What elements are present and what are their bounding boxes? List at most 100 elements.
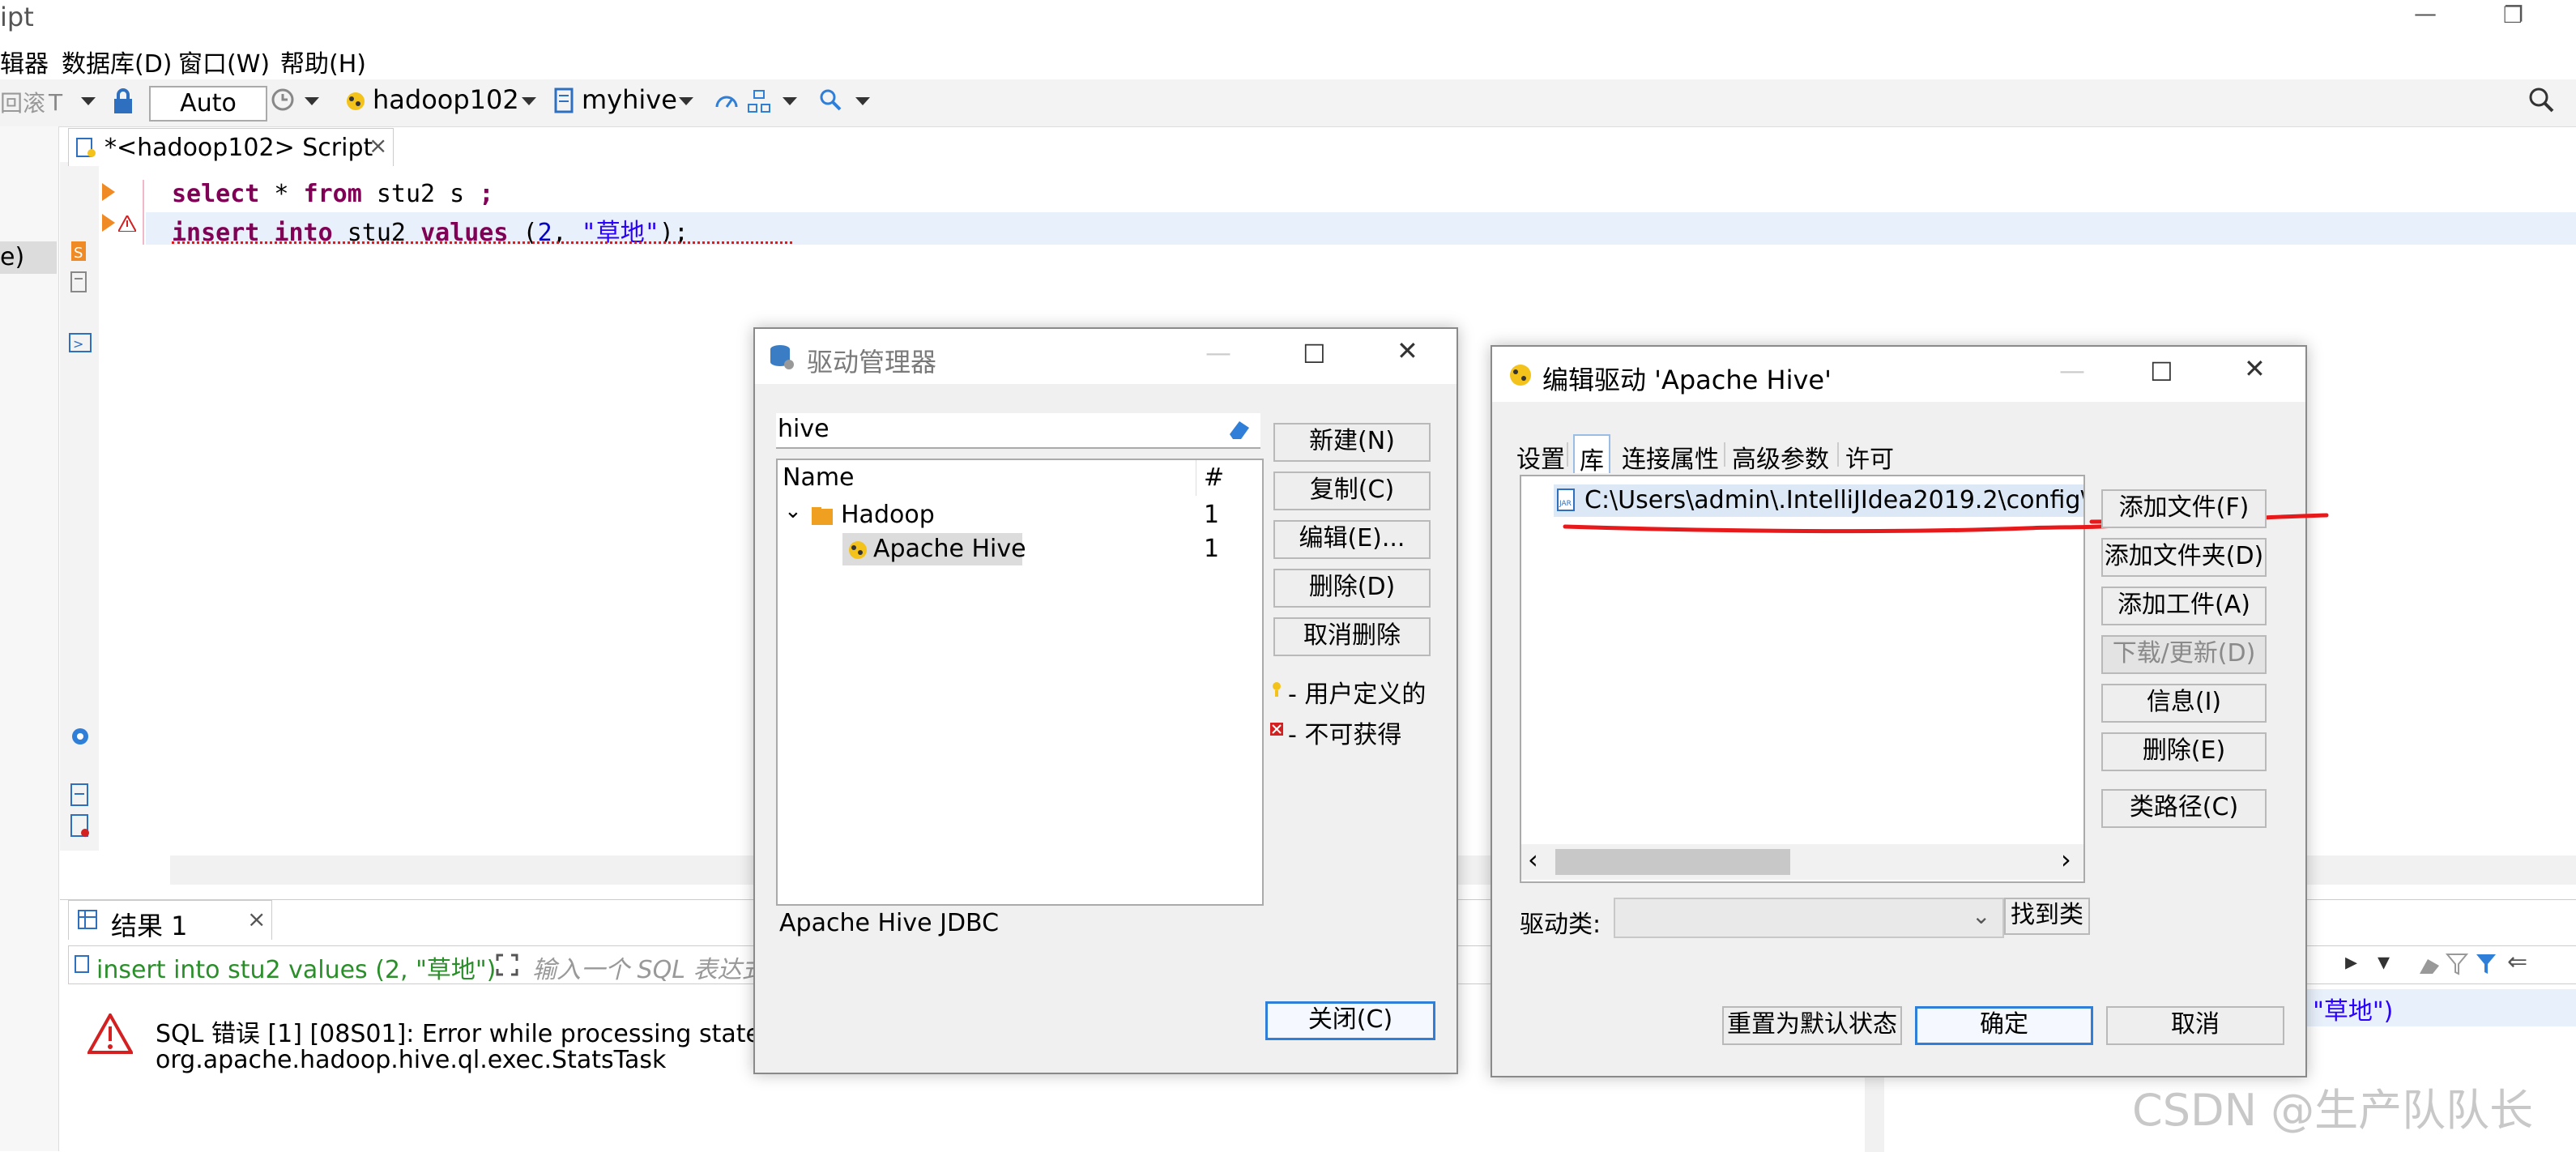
close-button[interactable]: ✕: [1397, 335, 1418, 366]
run-arrow-icon[interactable]: [102, 214, 115, 232]
schema-selector[interactable]: myhive: [582, 84, 677, 115]
tab-libraries[interactable]: 库: [1573, 434, 1610, 476]
svg-text:T: T: [48, 89, 63, 113]
dropdown-arrow-icon[interactable]: [81, 97, 96, 107]
download-update-button[interactable]: 下载/更新(D): [2101, 635, 2267, 674]
add-artifact-button[interactable]: 添加工件(A): [2101, 587, 2267, 625]
results-filter-input[interactable]: 输入一个 SQL 表达式: [532, 949, 766, 985]
minimize-button[interactable]: —: [2059, 355, 2085, 386]
network-icon[interactable]: [747, 89, 771, 113]
tree-label-hadoop: Hadoop: [841, 501, 935, 529]
eraser-icon[interactable]: [1226, 416, 1252, 442]
results-dropdown-icon[interactable]: ▾: [2378, 948, 2390, 976]
maximize-button[interactable]: ☐: [1303, 339, 1326, 369]
tree-header-count[interactable]: #: [1204, 463, 1224, 492]
dropdown-arrow-icon[interactable]: [783, 97, 797, 107]
delete-driver-button[interactable]: 删除(D): [1273, 569, 1431, 608]
menu-item-database[interactable]: 数据库(D): [62, 44, 173, 79]
results-tab[interactable]: 结果 1 ×: [68, 900, 272, 941]
tab-license[interactable]: 许可: [1845, 439, 1894, 475]
editor-tab[interactable]: *<hadoop102> Script ×: [68, 128, 394, 166]
add-file-button[interactable]: 添加文件(F): [2101, 489, 2267, 528]
filter-icon[interactable]: [2446, 953, 2468, 975]
find-class-button[interactable]: 找到类: [2004, 898, 2090, 935]
undelete-driver-button[interactable]: 取消删除: [1273, 617, 1431, 656]
dropdown-arrow-icon[interactable]: [522, 97, 536, 107]
driver-class-label: 驱动类:: [1520, 911, 1601, 939]
rollback-button-clipped[interactable]: 回滚: [0, 86, 45, 118]
global-search-icon[interactable]: [2527, 86, 2555, 113]
tree-row-hadoop[interactable]: ⌄ Hadoop 1: [778, 499, 1262, 531]
back-icon[interactable]: ⇐: [2507, 948, 2527, 976]
scroll-thumb[interactable]: [1555, 849, 1790, 875]
delete-library-button[interactable]: 删除(E): [2101, 732, 2267, 771]
tree-header-name[interactable]: Name: [783, 463, 855, 492]
window-restore-button[interactable]: ❐: [2503, 2, 2523, 28]
datasource-selector[interactable]: hadoop102: [373, 84, 519, 115]
filter-active-icon[interactable]: [2475, 953, 2497, 975]
menu-item-editor[interactable]: 辑器: [0, 44, 49, 79]
dropdown-arrow-icon[interactable]: [305, 97, 319, 107]
tab-advanced-parameters[interactable]: 高级参数: [1732, 439, 1829, 475]
dropdown-arrow-icon[interactable]: [855, 97, 870, 107]
reset-to-default-button[interactable]: 重置为默认状态: [1722, 1006, 1902, 1045]
ok-button[interactable]: 确定: [1915, 1006, 2093, 1045]
run-arrow-icon[interactable]: [102, 183, 115, 201]
copy-driver-button[interactable]: 复制(C): [1273, 471, 1431, 510]
add-folder-button[interactable]: 添加文件夹(D): [2101, 538, 2267, 577]
console-icon[interactable]: >: [68, 332, 92, 353]
edit-driver-button[interactable]: 编辑(E)...: [1273, 520, 1431, 559]
scroll-right-icon[interactable]: ›: [2061, 844, 2071, 875]
edit-driver-dialog: 编辑驱动 'Apache Hive' — ☐ ✕ 设置 库 连接属性 高级参数 …: [1491, 345, 2329, 1077]
library-hscrollbar[interactable]: ‹ ›: [1521, 844, 2083, 880]
dashboard-icon[interactable]: [714, 89, 739, 113]
close-icon[interactable]: ×: [247, 906, 266, 932]
error-log-icon[interactable]: [70, 813, 91, 838]
code-line-select[interactable]: select * from stu2 s ;: [172, 180, 493, 208]
maximize-button[interactable]: ☐: [2150, 356, 2173, 387]
folder-icon: [812, 507, 833, 525]
driver-class-select[interactable]: ⌄: [1614, 898, 2004, 938]
dropdown-arrow-icon[interactable]: [679, 97, 693, 107]
watermark: CSDN @生产队队长: [2132, 1085, 2534, 1136]
tab-connection-properties[interactable]: 连接属性: [1622, 439, 1719, 475]
scroll-left-icon[interactable]: ‹: [1528, 844, 1538, 875]
dialog-title: 编辑驱动 'Apache Hive': [1542, 365, 1832, 395]
close-icon[interactable]: ×: [369, 132, 387, 159]
legend-unavailable: - 不可获得: [1288, 721, 1402, 749]
tab-settings[interactable]: 设置: [1516, 439, 1565, 475]
grid-icon: [78, 910, 97, 929]
history-icon[interactable]: [271, 87, 295, 112]
lock-icon[interactable]: [112, 87, 134, 115]
info-button[interactable]: 信息(I): [2101, 684, 2267, 723]
results-next-icon[interactable]: ▸: [2345, 948, 2357, 976]
dialog-close-button[interactable]: 关闭(C): [1265, 1001, 1435, 1040]
chevron-down-icon[interactable]: ⌄: [1972, 902, 1990, 929]
expand-icon[interactable]: [495, 953, 519, 977]
chevron-down-icon[interactable]: ⌄: [784, 499, 802, 523]
minimize-button[interactable]: —: [1205, 337, 1231, 368]
driver-search-input[interactable]: hive: [776, 413, 1260, 449]
menu-item-window[interactable]: 窗口(W): [178, 44, 270, 79]
menu-item-help[interactable]: 帮助(H): [280, 44, 366, 79]
execute-script-icon[interactable]: [68, 271, 91, 295]
tree-row-apache-hive[interactable]: Apache Hive 1: [778, 533, 1262, 565]
window-minimize-button[interactable]: —: [2414, 0, 2437, 27]
format-icon[interactable]: T: [47, 89, 70, 113]
cancel-button[interactable]: 取消: [2106, 1006, 2284, 1045]
settings-gear-icon[interactable]: [68, 724, 92, 749]
transaction-mode-field[interactable]: Auto: [149, 86, 267, 122]
clear-filter-icon[interactable]: [2418, 953, 2441, 975]
new-driver-button[interactable]: 新建(N): [1273, 423, 1431, 462]
svg-text:>: >: [73, 336, 83, 352]
export-icon[interactable]: [70, 783, 91, 807]
editor-tab-label: *<hadoop102> Script: [104, 134, 373, 162]
results-right-text: , "草地"): [2297, 997, 2394, 1026]
unavailable-icon: [1270, 723, 1283, 736]
selected-node-clipped[interactable]: e): [0, 241, 57, 274]
search-icon[interactable]: [818, 87, 842, 112]
tree-count-hadoop: 1: [1204, 501, 1220, 529]
close-button[interactable]: ✕: [2244, 353, 2266, 384]
classpath-button[interactable]: 类路径(C): [2101, 789, 2267, 828]
execute-statement-icon[interactable]: S: [68, 240, 91, 264]
